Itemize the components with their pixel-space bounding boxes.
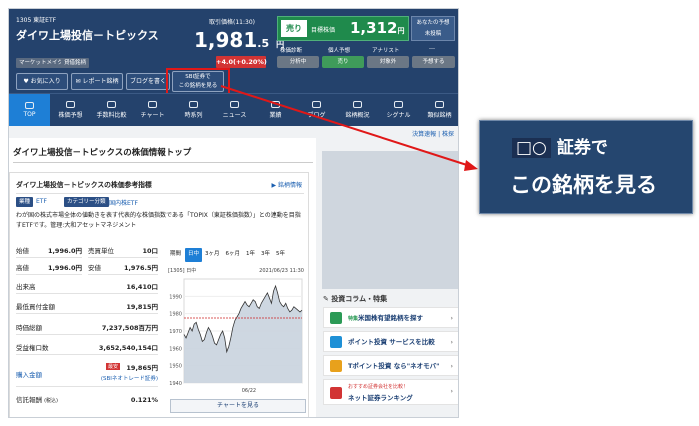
redacted-broker-name: □○ [512,138,551,158]
zoomed-sbi-button: □○ 証券で この銘柄を見る [479,120,693,214]
zoom-line-1: □○ 証券で [512,133,608,158]
zoom-line-2: この銘柄を見る [510,173,657,197]
zoom-line-1-text: 証券で [556,138,608,158]
